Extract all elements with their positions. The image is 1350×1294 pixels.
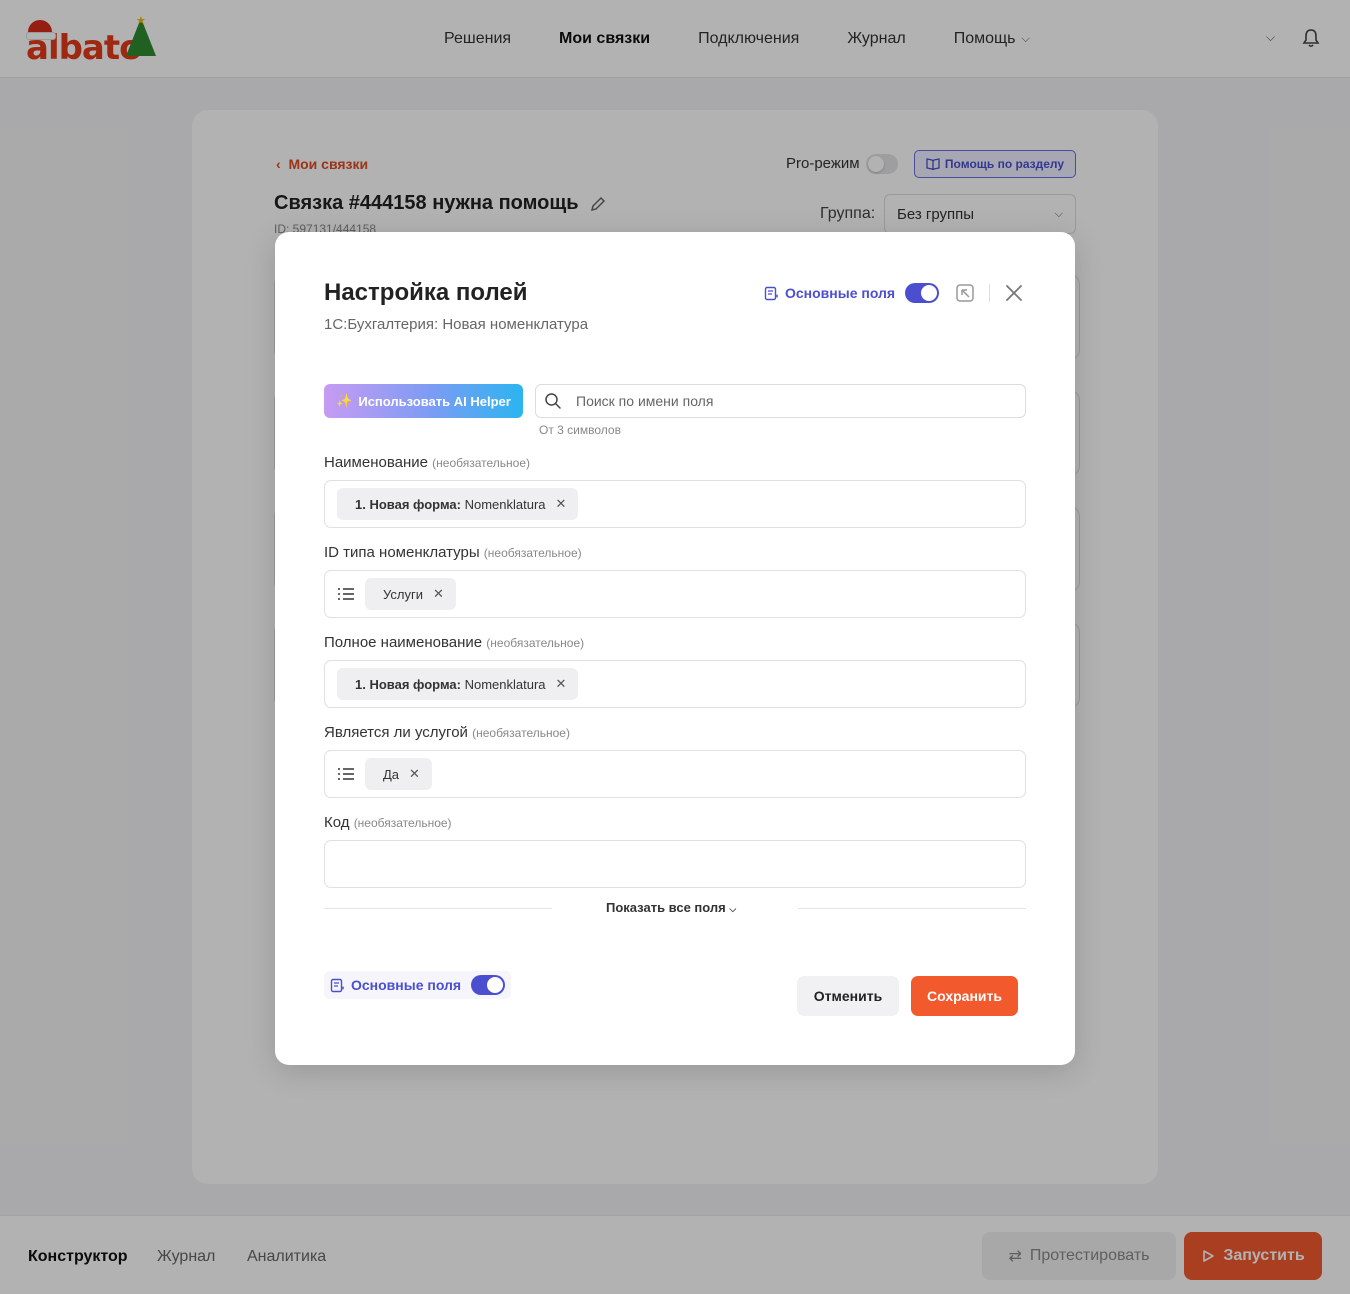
close-icon[interactable] [1003, 282, 1025, 304]
field-label-text: Наименование [324, 454, 428, 471]
field-label-text: Полное наименование [324, 634, 483, 651]
ai-helper-label: Использовать AI Helper [358, 393, 511, 409]
field-label-text: Является ли услугой [324, 724, 468, 741]
field-input-type-id[interactable]: Услуги ✕ [324, 570, 1026, 618]
show-all-fields: Показать все поля ⌵ [324, 900, 1026, 916]
field-label-text: Код [324, 814, 350, 831]
chip-source: 1. Новая форма: [355, 676, 461, 692]
mapped-value-chip[interactable]: 1. Новая форма: Nomenklatura ✕ [337, 488, 579, 520]
basic-fields-switch[interactable] [905, 283, 940, 303]
optional-marker: (необязательное) [472, 726, 570, 740]
show-all-label: Показать все поля [606, 900, 726, 915]
collapse-arrow-icon[interactable] [955, 283, 975, 303]
list-icon[interactable] [337, 767, 355, 781]
field-input-code[interactable] [324, 840, 1026, 888]
basic-fields-label: Основные поля [351, 977, 462, 993]
optional-marker: (необязательное) [486, 636, 585, 650]
chip-source: 1. Новая форма: [355, 496, 461, 512]
modal-subtitle: 1С:Бухгалтерия: Новая номенклатура [324, 316, 589, 333]
optional-marker: (необязательное) [483, 546, 582, 560]
mapped-value-chip[interactable]: Да ✕ [365, 758, 432, 790]
chip-remove-icon[interactable]: ✕ [433, 586, 444, 602]
list-icon[interactable] [337, 587, 355, 601]
field-input-name[interactable]: 1. Новая форма: Nomenklatura ✕ [324, 480, 1026, 528]
mapped-value-chip[interactable]: 1. Новая форма: Nomenklatura ✕ [337, 668, 579, 700]
field-label-full-name: Полное наименование (необязательное) [324, 634, 584, 651]
show-all-fields-button[interactable]: Показать все поля ⌵ [606, 900, 736, 915]
search-hint: От 3 символов [539, 423, 621, 437]
chip-value: Услуги [383, 586, 423, 602]
search-icon [545, 393, 561, 409]
form-sparkle-icon [330, 978, 344, 992]
divider-line [324, 908, 552, 909]
form-sparkle-icon [764, 286, 778, 300]
chip-remove-icon[interactable]: ✕ [409, 766, 420, 782]
field-settings-modal: Настройка полей 1С:Бухгалтерия: Новая но… [275, 232, 1075, 1065]
chip-value: Nomenklatura [464, 676, 546, 692]
optional-marker: (необязательное) [353, 816, 452, 830]
mapped-value-chip[interactable]: Услуги ✕ [365, 578, 456, 610]
ai-helper-button[interactable]: ✨ Использовать AI Helper [324, 384, 523, 418]
header-divider [989, 284, 990, 302]
search-input[interactable] [576, 393, 996, 409]
cancel-button[interactable]: Отменить [797, 976, 899, 1016]
field-label-name: Наименование (необязательное) [324, 454, 530, 471]
basic-fields-switch[interactable] [471, 975, 506, 995]
basic-fields-toggle-bottom[interactable]: Основные поля [324, 971, 512, 999]
chip-value: Nomenklatura [464, 496, 546, 512]
field-input-full-name[interactable]: 1. Новая форма: Nomenklatura ✕ [324, 660, 1026, 708]
chevron-down-icon: ⌵ [729, 904, 737, 914]
field-label-code: Код (необязательное) [324, 814, 452, 831]
save-button[interactable]: Сохранить [911, 976, 1018, 1016]
field-label-is-service: Является ли услугой (необязательное) [324, 724, 570, 741]
field-input-is-service[interactable]: Да ✕ [324, 750, 1026, 798]
basic-fields-toggle-top[interactable]: Основные поля [764, 283, 940, 303]
modal-title: Настройка полей [324, 279, 528, 306]
field-search [535, 384, 1026, 418]
divider-line [798, 908, 1026, 909]
chip-remove-icon[interactable]: ✕ [556, 496, 567, 512]
field-label-text: ID типа номенклатуры [324, 544, 480, 561]
chip-value: Да [383, 766, 400, 782]
chip-remove-icon[interactable]: ✕ [556, 676, 567, 692]
basic-fields-label: Основные поля [785, 285, 896, 301]
field-label-type-id: ID типа номенклатуры (необязательное) [324, 544, 582, 561]
sparkles-icon: ✨ [336, 393, 353, 408]
optional-marker: (необязательное) [432, 456, 531, 470]
